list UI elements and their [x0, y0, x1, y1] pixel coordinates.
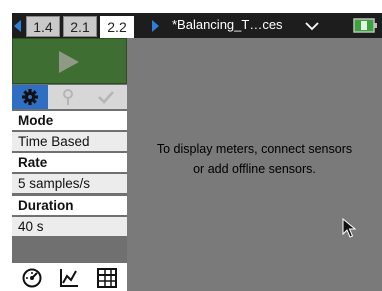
next-page-arrow-icon[interactable] — [152, 20, 159, 32]
rate-value[interactable]: 5 samples/s — [12, 174, 127, 193]
previous-page-arrow-icon[interactable] — [14, 20, 21, 32]
top-bar: 1.4 2.1 2.2 *Balancing_T…ces x — [12, 13, 382, 38]
duration-value[interactable]: 40 s — [12, 217, 127, 236]
chevron-down-icon[interactable] — [305, 22, 319, 31]
tab-2-1[interactable]: 2.1 — [63, 16, 97, 37]
document-title[interactable]: *Balancing_T…ces — [172, 17, 283, 32]
view-switcher — [12, 263, 127, 291]
graph-view-icon[interactable] — [58, 267, 80, 289]
empty-state-line-1: To display meters, connect sensors — [156, 142, 353, 156]
mouse-pointer-icon — [342, 218, 356, 238]
settings-tool-button[interactable] — [12, 85, 48, 109]
start-collection-button[interactable] — [12, 38, 127, 84]
empty-state-line-2: or add offline sensors. — [193, 162, 316, 176]
empty-state-message: To display meters, connect sensors or ad… — [127, 139, 382, 179]
gear-icon — [22, 89, 38, 105]
panel-toolbar — [12, 85, 127, 109]
check-icon — [98, 91, 114, 104]
table-view-icon[interactable] — [96, 267, 118, 289]
battery-icon — [353, 18, 377, 33]
meter-view-icon[interactable] — [21, 267, 43, 289]
keep-tool-button[interactable] — [88, 85, 124, 109]
main-meter-area[interactable]: To display meters, connect sensors or ad… — [127, 38, 382, 291]
tab-1-4[interactable]: 1.4 — [26, 16, 60, 37]
tab-2-2[interactable]: 2.2 — [100, 16, 134, 38]
mode-label: Mode — [12, 111, 127, 130]
marker-tool-button[interactable] — [50, 85, 86, 109]
pin-icon — [63, 89, 73, 105]
rate-label: Rate — [12, 153, 127, 172]
mode-value[interactable]: Time Based — [12, 132, 127, 151]
duration-label: Duration — [12, 196, 127, 215]
play-icon — [59, 51, 79, 73]
sensor-settings-panel: Mode Time Based Rate 5 samples/s Duratio… — [12, 38, 127, 291]
